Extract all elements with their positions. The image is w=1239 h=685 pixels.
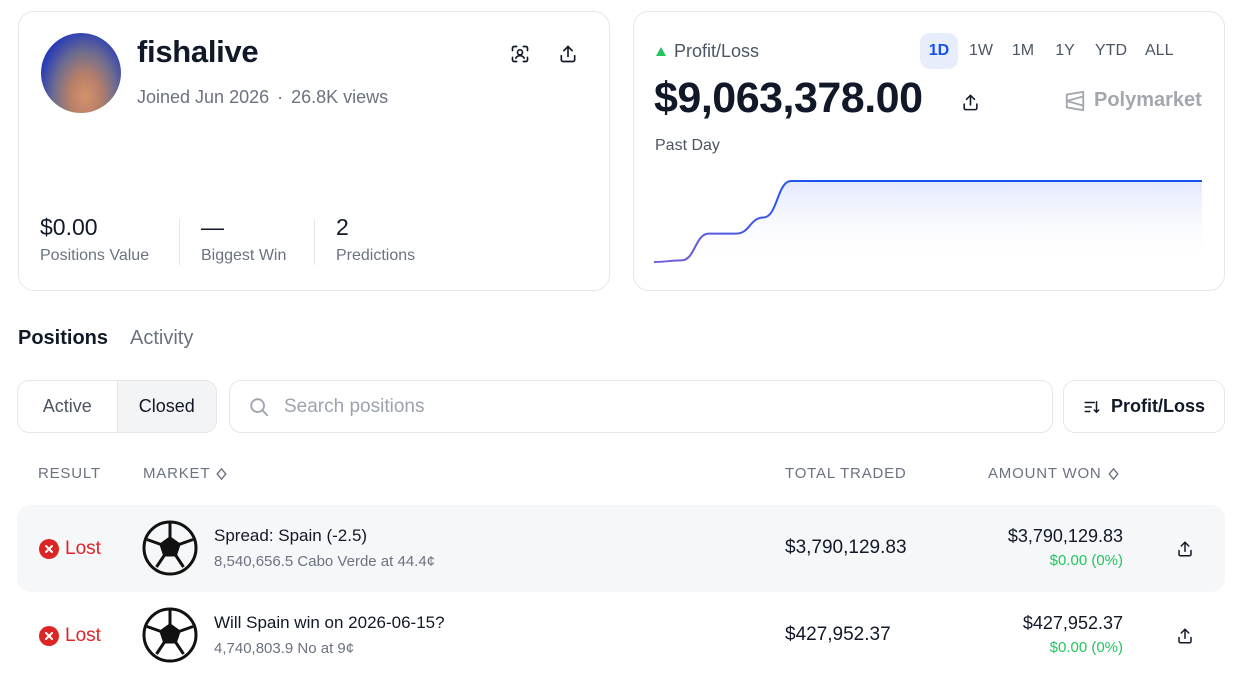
pnl-card: Profit/Loss 1D 1W 1M 1Y YTD ALL $9,063,378.00…: [633, 11, 1225, 291]
tab-positions[interactable]: Positions: [18, 327, 108, 350]
face-scan-icon: [511, 45, 529, 63]
result-badge: Lost: [39, 538, 101, 560]
range-all-button[interactable]: ALL: [1138, 33, 1180, 69]
share-icon: [1178, 541, 1192, 557]
brand-name: Polymarket: [1094, 89, 1202, 111]
amount-won: $3,790,129.83 $0.00 (0%): [1008, 526, 1123, 569]
range-selector: 1D 1W 1M 1Y YTD ALL: [920, 33, 1180, 69]
header-market[interactable]: MARKET: [143, 465, 227, 482]
joined-date: Joined Jun 2026: [137, 87, 270, 107]
tab-activity[interactable]: Activity: [130, 327, 193, 350]
market-title[interactable]: Spread: Spain (-2.5): [214, 526, 367, 546]
stat-label: Positions Value: [40, 247, 150, 264]
stat-label: Predictions: [336, 247, 416, 264]
filter-active-button[interactable]: Active: [18, 381, 117, 432]
share-icon: [962, 94, 978, 110]
amount-won-pnl: $0.00 (0%): [1049, 552, 1123, 569]
total-traded: $3,790,129.83: [785, 537, 907, 558]
pnl-area: [654, 181, 1202, 267]
search-input[interactable]: [284, 395, 984, 418]
x-circle-icon: [39, 539, 59, 559]
soccer-ball-icon: [142, 607, 198, 663]
search-box: [229, 380, 1053, 433]
header-amount-won-label: AMOUNT WON: [988, 465, 1102, 482]
market-subtitle: 8,540,656.5 Cabo Verde at 44.4¢: [214, 553, 436, 570]
range-ytd-button[interactable]: YTD: [1088, 33, 1134, 69]
stat-positions-value: $0.00 Positions Value: [40, 214, 149, 265]
sort-button[interactable]: Profit/Loss: [1063, 380, 1225, 433]
pnl-period: Past Day: [655, 137, 720, 154]
view-count: 26.8K views: [291, 87, 389, 107]
table-row[interactable]: Lost Will Spain win on 2026-06-15? 4,740…: [17, 592, 1225, 679]
pnl-chart: [654, 180, 1202, 267]
amount-won-pnl: $0.00 (0%): [1049, 639, 1123, 656]
range-1m-button[interactable]: 1M: [1004, 33, 1042, 69]
sort-icon: [1084, 400, 1100, 413]
range-1d-button[interactable]: 1D: [920, 33, 958, 69]
filter-closed-button[interactable]: Closed: [116, 381, 216, 432]
amount-won-value: $3,790,129.83: [1007, 526, 1123, 546]
result-label: Lost: [65, 538, 101, 559]
result-badge: Lost: [39, 625, 101, 647]
share-icon: [560, 45, 576, 63]
stat-biggest-win: — Biggest Win: [201, 214, 286, 265]
section-tabs: Positions Activity: [18, 327, 193, 350]
market-title[interactable]: Will Spain win on 2026-06-15?: [214, 613, 445, 633]
stat-value: 2: [336, 214, 349, 240]
header-market-label: MARKET: [143, 465, 211, 482]
range-1w-button[interactable]: 1W: [962, 33, 1000, 69]
market-subtitle: 4,740,803.9 No at 9¢: [214, 640, 355, 657]
amount-won-value: $427,952.37: [1022, 613, 1123, 633]
stat-divider: [179, 219, 180, 265]
stat-divider: [314, 219, 315, 265]
pnl-value: $9,063,378.00: [654, 74, 923, 122]
status-filter: Active Closed: [17, 380, 217, 433]
stat-value: $0.00: [40, 214, 98, 240]
sort-diamond-icon: [1107, 467, 1119, 480]
range-1y-button[interactable]: 1Y: [1046, 33, 1084, 69]
profile-card: fishalive Joined Jun 2026 · 26.8K views $0…: [18, 11, 610, 291]
brand: Polymarket: [1064, 89, 1202, 112]
pnl-header: Profit/Loss: [656, 41, 759, 62]
search-icon: [250, 397, 269, 416]
stat-predictions: 2 Predictions: [336, 214, 415, 265]
meta-separator: ·: [277, 87, 284, 107]
polymarket-logo-icon: [1065, 90, 1085, 111]
avatar: [41, 33, 121, 113]
share-icon: [1178, 628, 1192, 644]
stat-label: Biggest Win: [201, 247, 287, 264]
share-position-button[interactable]: [1171, 535, 1199, 563]
share-profile-button[interactable]: [554, 40, 582, 68]
header-total-traded: TOTAL TRADED: [785, 465, 907, 482]
scan-button[interactable]: [506, 40, 534, 68]
pnl-label: Profit/Loss: [674, 41, 760, 61]
profile-meta: Joined Jun 2026 · 26.8K views: [137, 87, 388, 108]
header-result: RESULT: [38, 465, 101, 482]
share-pnl-button[interactable]: [956, 88, 984, 116]
total-traded: $427,952.37: [785, 624, 891, 645]
header-amount-won[interactable]: AMOUNT WON: [988, 465, 1119, 482]
up-triangle-icon: [656, 47, 666, 56]
username: fishalive: [137, 34, 259, 69]
soccer-ball-icon: [142, 520, 198, 576]
x-circle-icon: [39, 626, 59, 646]
sort-diamond-icon: [216, 467, 227, 480]
amount-won: $427,952.37 $0.00 (0%): [1023, 613, 1123, 656]
share-position-button[interactable]: [1171, 622, 1199, 650]
result-label: Lost: [65, 625, 101, 646]
table-row[interactable]: Lost Spread: Spain (-2.5) 8,540,656.5 Ca…: [17, 505, 1225, 592]
sort-label: Profit/Loss: [1110, 396, 1205, 416]
stat-value: —: [201, 214, 224, 240]
